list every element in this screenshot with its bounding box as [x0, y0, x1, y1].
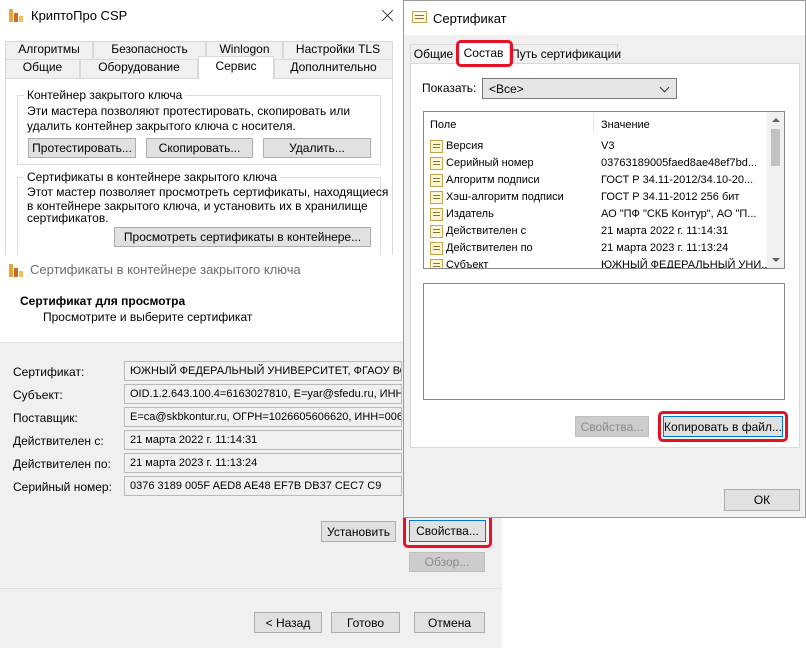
certificate-window: Сертификат Общие Состав Путь сертификаци… [403, 0, 806, 518]
certificate-field-icon [430, 208, 443, 221]
serial-number-field: 0376 3189 005F AED8 AE48 EF7B DB37 CEC7 … [124, 476, 402, 496]
column-header-divider [593, 114, 594, 132]
done-button[interactable]: Готово [331, 612, 400, 633]
certificate-field-icon [430, 191, 443, 204]
tab-advanced[interactable]: Дополнительно [274, 59, 393, 78]
cryptopro-window: КриптоПро CSP Алгоритмы Безопасность Win… [0, 0, 404, 260]
cryptopro-logo-icon [8, 8, 24, 24]
install-button[interactable]: Установить [321, 521, 396, 542]
test-container-button[interactable]: Протестировать... [28, 138, 136, 158]
cryptopro-titlebar: КриптоПро CSP [0, 0, 403, 32]
cancel-button[interactable]: Отмена [414, 612, 485, 633]
group2-desc-line3: сертификатов. [27, 211, 109, 225]
tab-cert-path[interactable]: Путь сертификации [510, 44, 621, 63]
list-item[interactable]: Действителен по 21 марта 2023 г. 11:13:2… [424, 240, 769, 257]
window-title: КриптоПро CSP [31, 8, 128, 23]
issuer-field: E=ca@skbkontur.ru, ОГРН=1026605606620, И… [124, 407, 402, 427]
tab-cert-general[interactable]: Общие [410, 44, 457, 63]
certificate-titlebar: Сертификат [404, 1, 805, 35]
wizard-subheading: Просмотрите и выберите сертификат [43, 310, 253, 324]
close-icon[interactable] [378, 7, 398, 27]
list-item[interactable]: Серийный номер 03763189005faed8ae48ef7bd… [424, 155, 769, 172]
show-label: Показать: [422, 81, 477, 95]
group2-desc-line1: Этот мастер позволяет просмотреть сертиф… [27, 185, 389, 199]
certificate-fields-list[interactable]: Поле Значение Версия V3 Серийный номер 0… [423, 111, 785, 269]
wizard-heading: Сертификат для просмотра [20, 294, 186, 308]
certificate-field-icon [430, 140, 443, 153]
tab-tls-settings[interactable]: Настройки TLS [283, 41, 393, 59]
valid-to-label: Действителен по: [13, 457, 111, 471]
list-item[interactable]: Алгоритм подписи ГОСТ Р 34.11-2012/34.10… [424, 172, 769, 189]
valid-from-field: 21 марта 2022 г. 11:14:31 [124, 430, 402, 450]
serial-number-label: Серийный номер: [13, 480, 112, 494]
column-header-value[interactable]: Значение [601, 119, 650, 131]
group-title-certificates: Сертификаты в контейнере закрытого ключа [24, 170, 280, 184]
list-item[interactable]: Издатель АО "ПФ "СКБ Контур", АО "П... [424, 206, 769, 223]
scrollbar-thumb[interactable] [771, 129, 780, 166]
certificate-field-icon [430, 242, 443, 255]
valid-to-field: 21 марта 2023 г. 11:13:24 [124, 453, 402, 473]
list-item[interactable]: Версия V3 [424, 138, 769, 155]
certificate-icon [412, 11, 427, 23]
copy-container-button[interactable]: Скопировать... [146, 138, 253, 158]
tab-algorithms[interactable]: Алгоритмы [5, 41, 93, 59]
ok-button[interactable]: ОК [724, 489, 800, 511]
column-header-field[interactable]: Поле [430, 119, 456, 131]
certificate-field-icon [430, 174, 443, 187]
list-item[interactable]: Субъект ЮЖНЫЙ ФЕДЕРАЛЬНЫЙ УНИ... [424, 257, 770, 268]
group1-desc-line1: Эти мастера позволяют протестировать, ск… [27, 104, 351, 118]
delete-container-button[interactable]: Удалить... [263, 138, 371, 158]
cert-properties-button[interactable]: Свойства... [575, 416, 649, 437]
certificate-field-icon [430, 225, 443, 238]
certificate-window-title: Сертификат [433, 11, 507, 26]
certificate-field-icon [430, 259, 443, 268]
tab-security[interactable]: Безопасность [93, 41, 206, 59]
subject-label: Субъект: [13, 388, 63, 402]
certificate-field: ЮЖНЫЙ ФЕДЕРАЛЬНЫЙ УНИВЕРСИТЕТ, ФГАОУ ВО … [124, 361, 402, 381]
wizard-properties-button[interactable]: Свойства... [409, 520, 486, 542]
back-button[interactable]: < Назад [254, 612, 322, 633]
details-tab-highlight [456, 40, 513, 67]
tab-general[interactable]: Общие [5, 59, 80, 78]
issuer-label: Поставщик: [13, 411, 78, 425]
list-scrollbar[interactable] [767, 112, 784, 268]
chevron-down-icon [659, 82, 670, 93]
list-item[interactable]: Действителен с 21 марта 2022 г. 11:14:31 [424, 223, 769, 240]
certificate-field-icon [430, 157, 443, 170]
view-container-certificates-button[interactable]: Просмотреть сертификаты в контейнере... [114, 227, 371, 247]
group1-desc-line2: удалить контейнер закрытого ключа с носи… [27, 119, 296, 133]
wizard-footer-separator [0, 588, 502, 589]
group-title-container: Контейнер закрытого ключа [24, 88, 186, 102]
certificate-label: Сертификат: [13, 365, 85, 379]
list-item[interactable]: Хэш-алгоритм подписи ГОСТ Р 34.11-2012 2… [424, 189, 769, 206]
wizard-title: Сертификаты в контейнере закрытого ключа [30, 262, 301, 277]
field-value-detail[interactable] [423, 283, 785, 400]
show-filter-select[interactable]: <Все> [482, 78, 677, 99]
list-header: Поле Значение [424, 112, 769, 134]
scroll-up-icon[interactable] [772, 118, 780, 122]
scroll-down-icon[interactable] [772, 258, 780, 262]
subject-field: OID.1.2.643.100.4=6163027810, E=yar@sfed… [124, 384, 402, 404]
valid-from-label: Действителен с: [13, 434, 104, 448]
cryptopro-logo-icon [8, 263, 24, 279]
copy-to-file-button[interactable]: Копировать в файл... [663, 416, 783, 437]
browse-button[interactable]: Обзор... [409, 552, 485, 572]
tab-service[interactable]: Сервис [198, 56, 274, 79]
tab-hardware[interactable]: Оборудование [80, 59, 198, 78]
